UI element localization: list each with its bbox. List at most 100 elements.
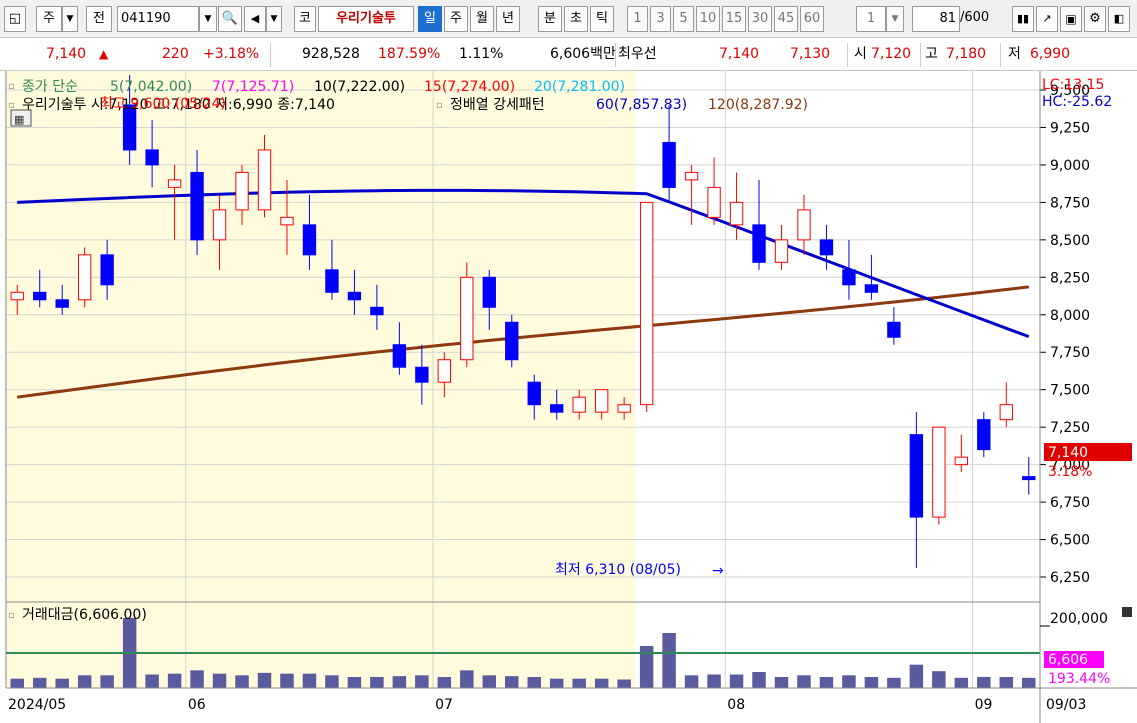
- volume-bar: [190, 670, 204, 688]
- interval-minute-button[interactable]: 분: [538, 6, 562, 32]
- search-icon[interactable]: 🔍: [218, 6, 242, 32]
- low-label: 저: [1008, 46, 1021, 62]
- current-price: 7,140: [46, 46, 87, 62]
- interval-30-button[interactable]: 30: [748, 6, 772, 32]
- divider: [1000, 43, 1001, 67]
- multiplier-value: 1: [866, 11, 876, 26]
- interval-15-button[interactable]: 15: [722, 6, 746, 32]
- candle-body: [100, 254, 114, 286]
- y-tick-label: 9,250: [1050, 120, 1090, 136]
- volume-bar: [684, 675, 699, 688]
- pane-close-icon[interactable]: [1122, 607, 1132, 617]
- candle-body: [33, 291, 47, 301]
- divider: [847, 43, 848, 67]
- trade-amount: 6,606백만: [550, 46, 616, 62]
- candle-body: [999, 404, 1013, 421]
- candle-body: [707, 186, 721, 218]
- period-weekly-button[interactable]: 주: [444, 6, 468, 32]
- history-dropdown-icon[interactable]: ▼: [266, 6, 282, 32]
- exchange-label: 코: [299, 11, 311, 26]
- candle-body: [280, 216, 294, 226]
- gear-icon[interactable]: ⚙: [1084, 6, 1106, 32]
- legend-pattern: 정배열 강세패턴: [450, 97, 545, 113]
- volume-ratio: 187.59%: [378, 46, 441, 62]
- volume-bar: [662, 633, 676, 688]
- interval-3-button[interactable]: 3: [650, 6, 671, 32]
- hc-label: HC:-25.62: [1042, 94, 1112, 110]
- interval-60-button[interactable]: 60: [800, 6, 824, 32]
- settings-icon[interactable]: ◧: [1108, 6, 1130, 32]
- candle-body: [212, 209, 227, 241]
- candle-body: [325, 269, 339, 293]
- interval-10-label: 10: [699, 11, 717, 26]
- interval-second-button[interactable]: 초: [564, 6, 588, 32]
- window-icon[interactable]: ◱: [4, 6, 26, 32]
- interval-1-label: 1: [633, 11, 642, 26]
- volume-bar: [977, 677, 991, 688]
- period-weekly-label: 주: [450, 11, 462, 26]
- candle-body: [842, 269, 856, 286]
- stock-name-label: 우리기술투: [336, 11, 396, 26]
- interval-60-label: 60: [803, 11, 821, 26]
- multiplier-dropdown-icon[interactable]: ▼: [886, 6, 904, 32]
- interval-tick-button[interactable]: 틱: [590, 6, 614, 32]
- interval-45-button[interactable]: 45: [774, 6, 798, 32]
- volume-bar: [909, 664, 924, 688]
- legend-marker-icon: ▫: [8, 100, 15, 111]
- volume-bar: [707, 674, 721, 688]
- max-price-annotation: 최고 9,600 (05/24): [100, 96, 226, 112]
- code-dropdown-icon[interactable]: ▼: [199, 6, 217, 32]
- interval-5-button[interactable]: 5: [673, 6, 694, 32]
- candle-body: [797, 209, 811, 241]
- calendar-glyph: ▦: [14, 113, 24, 126]
- period-monthly-button[interactable]: 월: [470, 6, 494, 32]
- legend-ma5: 5(7,042.00): [110, 79, 192, 95]
- candle-body: [257, 149, 272, 211]
- period-yearly-button[interactable]: 년: [496, 6, 520, 32]
- all-button[interactable]: 전: [86, 6, 112, 32]
- volume-bar: [594, 678, 609, 688]
- volume-bar: [257, 672, 272, 688]
- volume-bar: [482, 675, 497, 688]
- candle-icon[interactable]: ▮▮: [1012, 6, 1034, 32]
- stock-chart[interactable]: 9,5009,2509,0008,7508,5008,2508,0007,750…: [0, 71, 1137, 723]
- candle-body: [684, 171, 699, 181]
- candle-body: [482, 276, 496, 308]
- market-type-dropdown-icon[interactable]: ▼: [62, 6, 78, 32]
- interval-10-button[interactable]: 10: [696, 6, 720, 32]
- up-arrow-icon: ▲: [99, 47, 109, 61]
- interval-1-button[interactable]: 1: [627, 6, 648, 32]
- interval-tick-label: 틱: [596, 11, 608, 26]
- candle-body: [752, 224, 766, 263]
- volume: 928,528: [302, 46, 360, 62]
- legend-ma120: 120(8,287.92): [708, 97, 808, 113]
- prev-stock-icon[interactable]: ◀: [244, 6, 266, 32]
- count-total-label: /600: [960, 10, 990, 25]
- volume-tag-pct: 193.44%: [1048, 671, 1110, 687]
- candle-body: [190, 171, 204, 241]
- volume-bar: [617, 679, 631, 688]
- price-tag-value: 7,140: [1048, 445, 1088, 461]
- save-icon[interactable]: ▣: [1060, 6, 1082, 32]
- count-input[interactable]: 81: [912, 6, 960, 32]
- y-tick-label: 9,000: [1050, 158, 1090, 174]
- candle-body: [729, 201, 744, 226]
- draw-tool-icon[interactable]: ↗: [1036, 6, 1058, 32]
- volume-bar: [932, 671, 946, 688]
- y-tick-label: 8,000: [1050, 308, 1090, 324]
- market-type-select[interactable]: 주: [36, 6, 62, 32]
- candle-body: [392, 344, 407, 368]
- volume-bar: [549, 678, 564, 688]
- candle-body: [550, 404, 564, 413]
- candle: [460, 262, 474, 368]
- high-label: 고: [925, 46, 938, 62]
- volume-bar: [797, 675, 811, 688]
- candle-body: [10, 291, 24, 301]
- candle-body: [909, 434, 924, 518]
- legend-ma15: 15(7,274.00): [424, 79, 515, 95]
- x-tick-label: 2024/05: [8, 697, 66, 713]
- multiplier-input[interactable]: 1: [856, 6, 886, 32]
- period-daily-button[interactable]: 일: [418, 6, 442, 32]
- legend-ma20: 20(7,281.00): [534, 79, 625, 95]
- stock-code-input[interactable]: 041190: [117, 6, 199, 32]
